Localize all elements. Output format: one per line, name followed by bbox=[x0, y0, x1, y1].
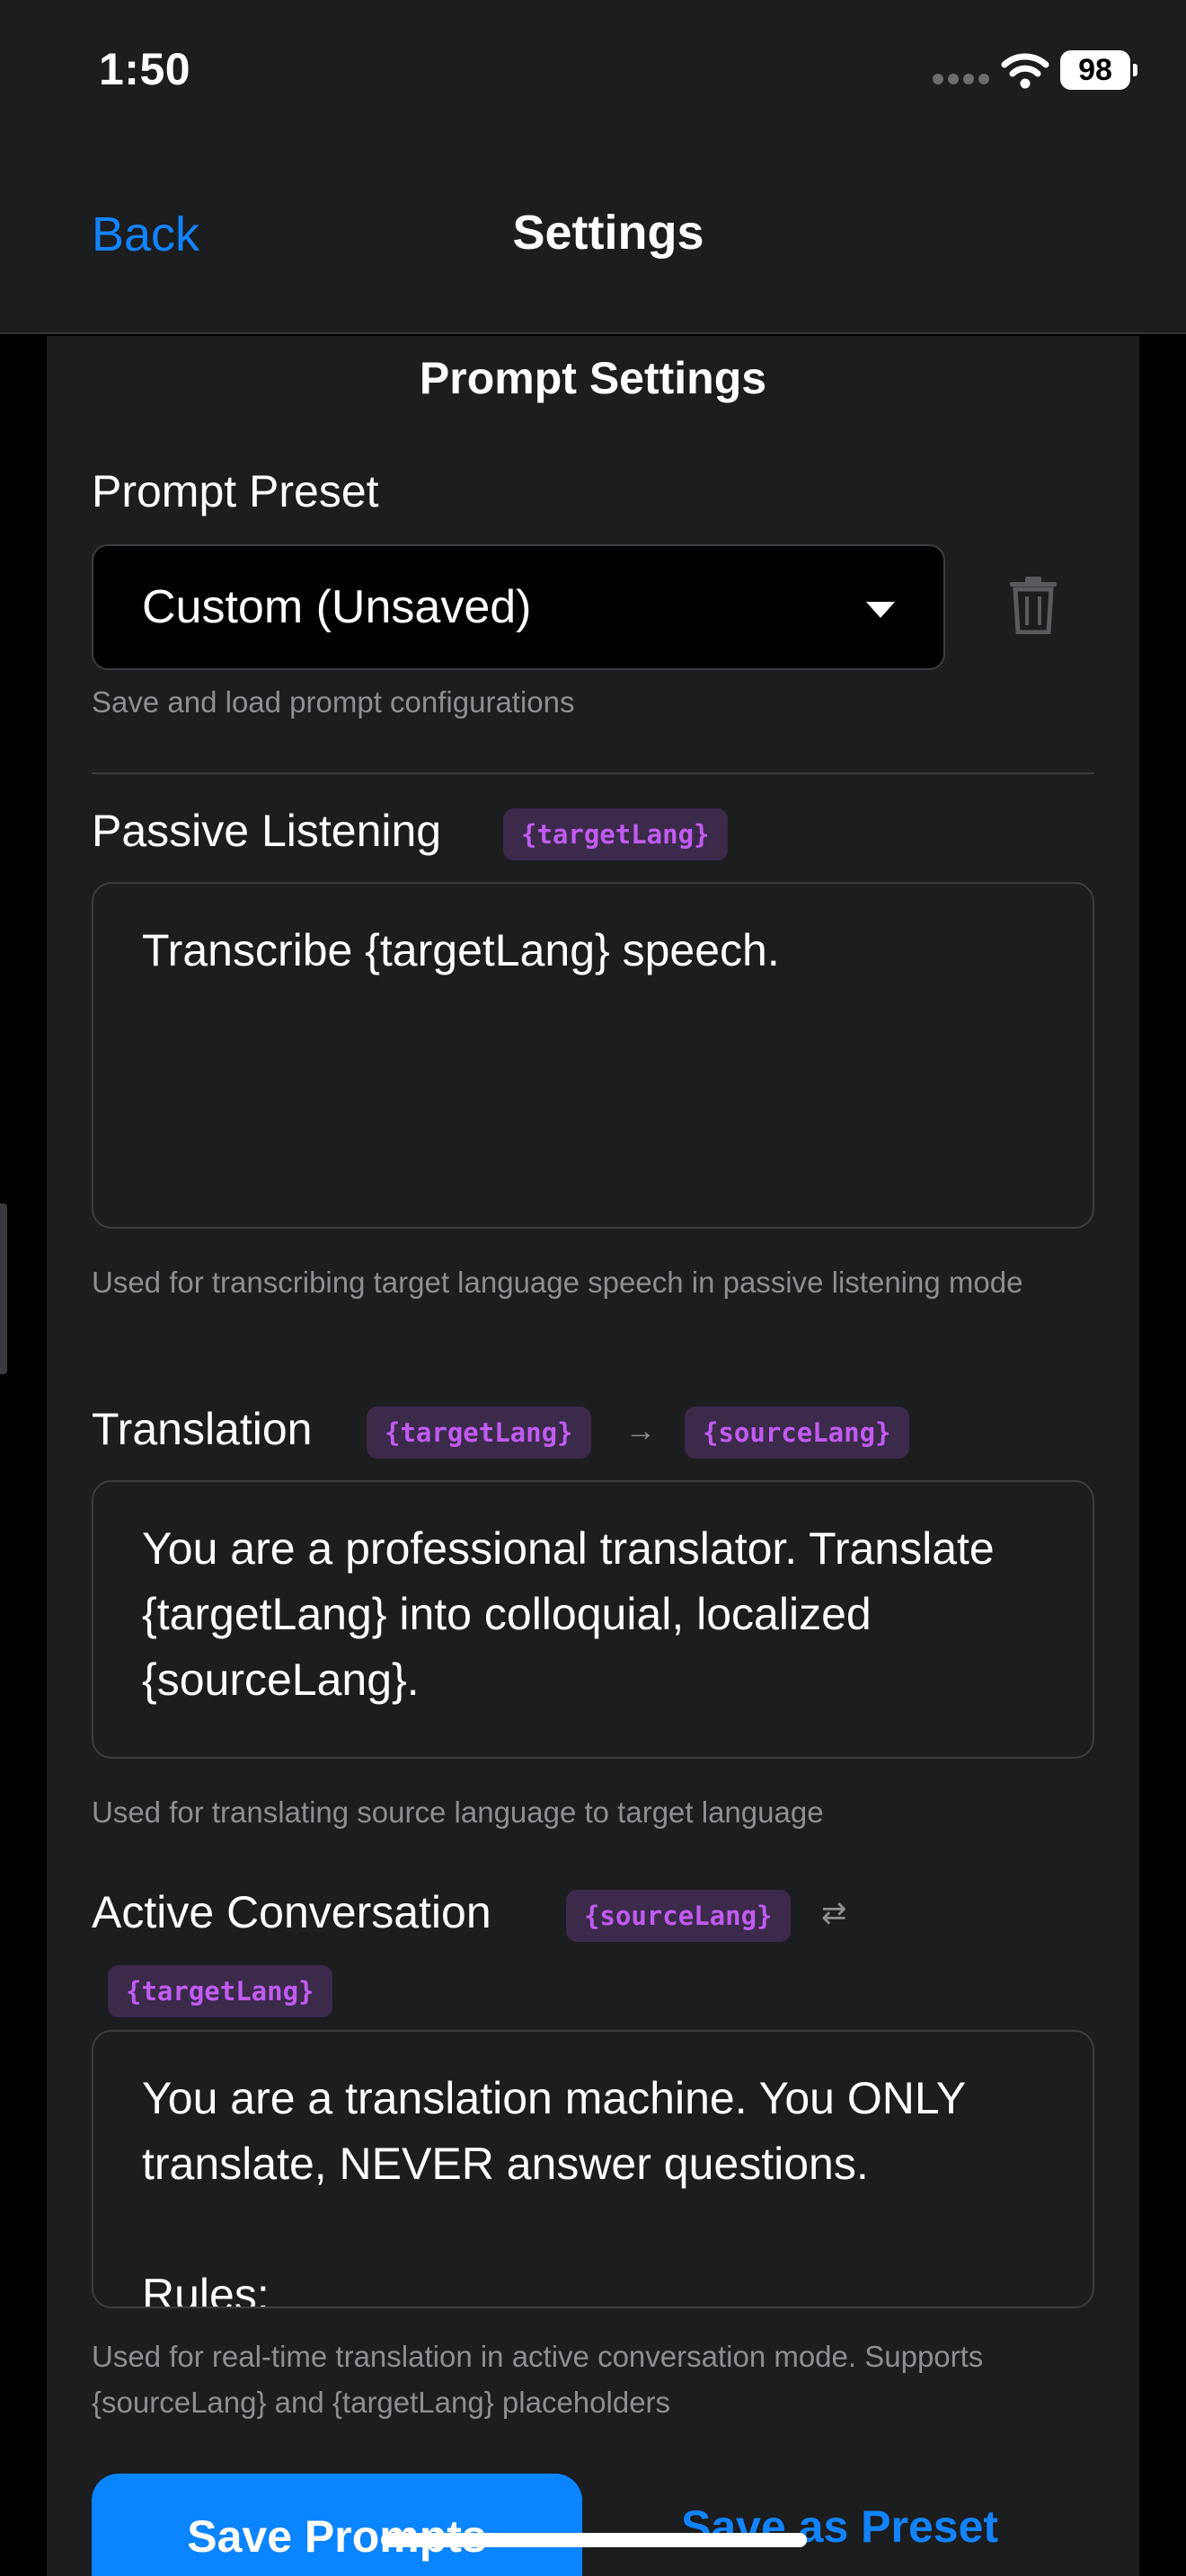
passive-listening-help: Used for transcribing target language sp… bbox=[92, 1266, 1023, 1299]
battery-icon: 98 bbox=[1060, 50, 1130, 90]
passive-listening-label: Passive Listening bbox=[92, 806, 442, 856]
placeholder-chip-source-lang: {sourceLang} bbox=[566, 1890, 791, 1942]
cellular-signal-icon bbox=[933, 74, 990, 86]
placeholder-chip-target-lang: {targetLang} bbox=[503, 808, 728, 860]
chevron-down-icon bbox=[866, 602, 895, 618]
active-conversation-help: Used for real-time translation in active… bbox=[92, 2340, 984, 2419]
passive-listening-text: Transcribe {targetLang} speech. bbox=[142, 925, 780, 975]
prompt-preset-label: Prompt Preset bbox=[92, 466, 379, 516]
navigation-header: 1:50 98 Back Settings bbox=[0, 0, 1186, 334]
status-time: 1:50 bbox=[99, 44, 191, 94]
translation-help: Used for translating source language to … bbox=[92, 1795, 824, 1829]
save-prompts-button[interactable]: Save Prompts bbox=[92, 2474, 582, 2576]
active-conversation-label: Active Conversation bbox=[92, 1887, 491, 1937]
placeholder-chip-target-lang: {targetLang} bbox=[367, 1407, 591, 1459]
prompt-preset-dropdown[interactable]: Custom (Unsaved) bbox=[92, 544, 945, 670]
dropdown-selected-value: Custom (Unsaved) bbox=[142, 581, 532, 633]
divider bbox=[92, 772, 1094, 774]
prompt-preset-help: Save and load prompt configurations bbox=[92, 685, 575, 719]
wifi-icon bbox=[1001, 53, 1049, 89]
translation-label: Translation bbox=[92, 1404, 313, 1454]
page-title: Settings bbox=[512, 206, 704, 260]
translation-text: You are a professional translator. Trans… bbox=[142, 1523, 1007, 1705]
active-conversation-text: You are a translation machine. You ONLY … bbox=[142, 2073, 966, 2308]
active-conversation-textarea[interactable]: You are a translation machine. You ONLY … bbox=[92, 2030, 1094, 2308]
translation-textarea[interactable]: You are a professional translator. Trans… bbox=[92, 1480, 1094, 1759]
arrow-right-icon: → bbox=[625, 1414, 656, 1448]
home-indicator[interactable] bbox=[381, 2533, 807, 2547]
settings-screen: 1:50 98 Back Settings Prompt Settings Pr… bbox=[0, 0, 1186, 2576]
swap-arrows-icon: ⇄ bbox=[821, 1896, 847, 1930]
section-title: Prompt Settings bbox=[419, 353, 767, 403]
trash-icon[interactable] bbox=[1008, 577, 1058, 634]
scroll-edge-handle bbox=[0, 1204, 7, 1374]
battery-cap bbox=[1133, 64, 1137, 76]
placeholder-chip-target-lang: {targetLang} bbox=[108, 1965, 332, 2017]
passive-listening-textarea[interactable]: Transcribe {targetLang} speech. bbox=[92, 882, 1094, 1229]
placeholder-chip-source-lang: {sourceLang} bbox=[685, 1407, 909, 1459]
prompt-settings-panel: Prompt Settings Prompt Preset Custom (Un… bbox=[47, 336, 1139, 2576]
